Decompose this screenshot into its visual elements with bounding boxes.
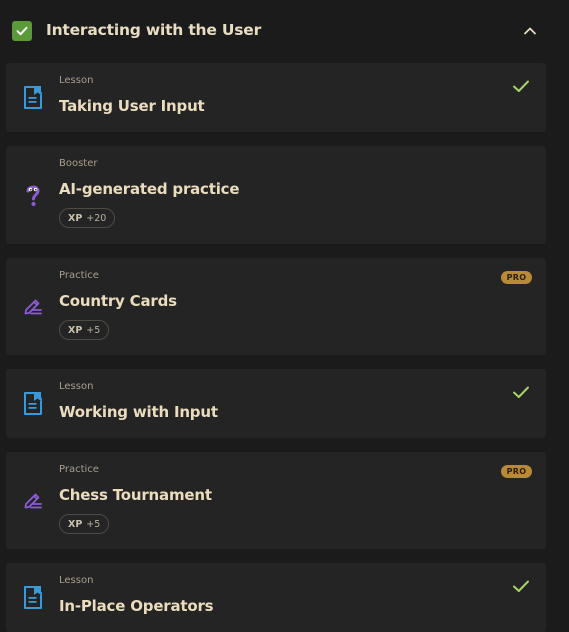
section-header[interactable]: Interacting with the User	[0, 0, 569, 63]
item-title: Working with Input	[59, 403, 218, 421]
lesson-doc-icon	[22, 84, 44, 110]
xp-badge: XP +5	[59, 514, 110, 534]
item-title: Chess Tournament	[59, 486, 212, 504]
practice-pencil-icon	[22, 293, 44, 319]
item-type-label: Lesson	[59, 575, 94, 586]
item-title: In-Place Operators	[59, 597, 214, 615]
section-title: Interacting with the User	[46, 21, 262, 39]
ai-question-icon	[22, 182, 44, 208]
collapse-button[interactable]	[519, 20, 541, 42]
xp-label: XP	[68, 324, 83, 336]
item-title: AI-generated practice	[59, 180, 240, 198]
xp-badge: XP +5	[59, 320, 110, 340]
item-type-label: Practice	[59, 270, 99, 281]
xp-value: +5	[86, 518, 101, 530]
practice-card-chess-tournament[interactable]: Practice Chess Tournament XP +5 PRO	[6, 452, 546, 549]
item-type-label: Practice	[59, 464, 99, 475]
item-type-label: Lesson	[59, 75, 94, 86]
lesson-card-working-with-input[interactable]: Lesson Working with Input	[6, 369, 546, 438]
xp-badge: XP +20	[59, 208, 116, 228]
completed-check-icon	[513, 80, 529, 92]
lesson-doc-icon	[22, 584, 44, 610]
checkmark-icon	[16, 26, 28, 36]
item-type-label: Lesson	[59, 381, 94, 392]
xp-value: +5	[86, 324, 101, 336]
item-type-label: Booster	[59, 158, 98, 169]
practice-pencil-icon	[22, 487, 44, 513]
xp-value: +20	[86, 212, 107, 224]
booster-card-ai-generated-practice[interactable]: Booster AI-generated practice XP +20	[6, 146, 546, 244]
section-complete-checkbox	[12, 21, 32, 41]
completed-check-icon	[513, 580, 529, 592]
lesson-doc-icon	[22, 390, 44, 416]
xp-label: XP	[68, 212, 83, 224]
item-title: Country Cards	[59, 292, 177, 310]
pro-badge: PRO	[501, 465, 532, 478]
chevron-up-icon	[524, 27, 536, 35]
lesson-card-taking-user-input[interactable]: Lesson Taking User Input	[6, 63, 546, 132]
practice-card-country-cards[interactable]: Practice Country Cards XP +5 PRO	[6, 258, 546, 355]
completed-check-icon	[513, 386, 529, 398]
item-title: Taking User Input	[59, 97, 205, 115]
xp-label: XP	[68, 518, 83, 530]
lesson-card-in-place-operators[interactable]: Lesson In-Place Operators	[6, 563, 546, 632]
pro-badge: PRO	[501, 271, 532, 284]
